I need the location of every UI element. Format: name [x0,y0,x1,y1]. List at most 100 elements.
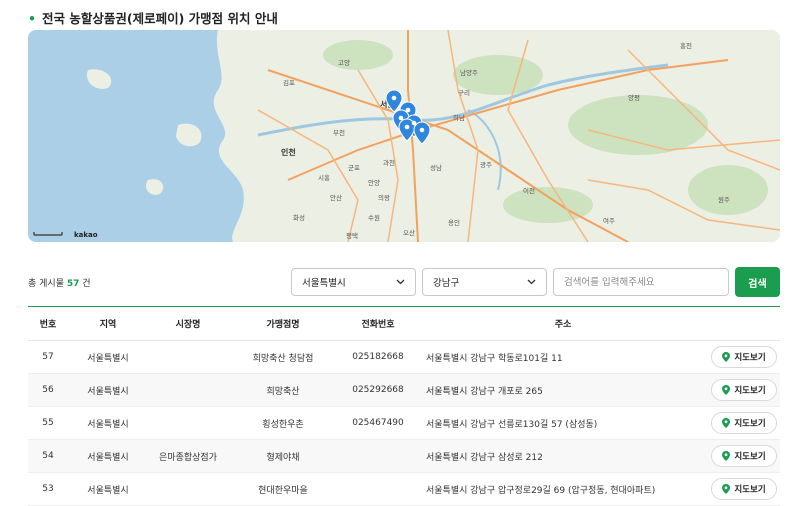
map-label-yongin: 용인 [448,218,460,227]
location-pin-icon [722,352,731,362]
table-row: 54 서울특별시 은마종합상점가 형제야채 서울특별시 강남구 삼성로 212 … [28,439,780,473]
view-map-label: 지도보기 [734,452,766,462]
map-pin-dot [398,115,404,121]
column-header-region: 지역 [99,320,117,330]
view-map-button[interactable]: 지도보기 [711,445,777,467]
row-action: 지도보기 [708,374,780,407]
map-label-bucheon: 부천 [333,128,345,137]
row-market [148,374,228,407]
map-label-seongnam: 성남 [430,163,442,172]
column-header-phone: 전화번호 [361,320,395,330]
view-map-label: 지도보기 [734,386,766,396]
row-no: 54 [42,451,54,461]
map-attribution: kakao [74,231,98,239]
location-pin-icon [722,451,731,461]
row-region: 서울특별시 [87,419,129,430]
row-phone: 025467490 [352,418,404,428]
map-pin-dot [411,120,417,126]
region-select-value: 서울특별시 [302,278,346,289]
chevron-down-icon [527,279,536,285]
map-label-wonju: 원주 [718,195,730,204]
row-market [148,473,228,506]
map-canvas[interactable]: 고양 김포 부천 인천 서울 구리 남양주 하남 과천 성남 광주 안양 시흥 … [28,30,780,242]
map-label-yeoju: 여주 [603,216,615,225]
map-sea [28,30,244,242]
page-title-text: 전국 농할상품권(제로페이) 가맹점 위치 안내 [42,11,278,26]
map-label-yangpyeong: 양평 [628,93,640,102]
view-map-button[interactable]: 지도보기 [711,412,777,434]
column-header-action [708,307,780,341]
row-phone [338,473,418,506]
result-count-prefix: 총 게시물 [28,279,64,289]
map-label-anyang: 안양 [368,178,380,187]
map-label-osan: 오산 [403,228,415,237]
row-store: 횡성한우촌 [262,419,304,430]
row-store: 희망축산 청담점 [252,353,314,364]
page-title: • 전국 농할상품권(제로페이) 가맹점 위치 안내 [28,8,278,27]
table-row: 55 서울특별시 횡성한우촌 025467490 서울특별시 강남구 선릉로13… [28,407,780,440]
row-region: 서울특별시 [87,353,129,364]
view-map-label: 지도보기 [734,353,766,363]
search-input[interactable] [553,268,729,296]
map-label-gwangju: 광주 [480,161,492,169]
row-no: 55 [42,418,54,428]
location-pin-icon [722,484,731,494]
location-pin-icon [722,418,731,428]
row-phone: 025292668 [352,385,404,395]
row-store: 현대한우마을 [258,485,308,496]
result-count-number: 57 [66,279,80,289]
table-row: 57 서울특별시 희망축산 청담점 025182668 서울특별시 강남구 학동… [28,341,780,374]
map-label-namyangju: 남양주 [460,68,478,77]
row-address: 서울특별시 강남구 삼성로 212 [426,452,543,463]
map-label-pyeongtaek: 평택 [346,231,358,240]
row-market [148,407,228,440]
row-market: 은마종합상점가 [159,452,217,463]
map-label-incheon: 인천 [281,147,296,157]
store-location-map[interactable]: 고양 김포 부천 인천 서울 구리 남양주 하남 과천 성남 광주 안양 시흥 … [28,30,780,242]
row-no: 57 [42,352,54,362]
map-label-hongcheon: 홍천 [680,41,692,50]
search-button[interactable]: 검색 [735,267,780,297]
row-address: 서울특별시 강남구 학동로101길 11 [426,353,563,364]
table-row: 53 서울특별시 현대한우마을 서울특별시 강남구 압구정로29길 69 (압구… [28,473,780,506]
view-map-label: 지도보기 [734,419,766,429]
region-select[interactable]: 서울특별시 [291,268,416,296]
map-label-gimpo: 김포 [283,79,295,87]
row-action: 지도보기 [708,341,780,374]
column-header-no: 번호 [39,320,57,330]
map-pin-dot [391,95,397,101]
district-select[interactable]: 강남구 [422,268,547,296]
row-action: 지도보기 [708,440,780,473]
row-region: 서울특별시 [87,386,129,397]
map-label-suwon: 수원 [368,213,380,222]
bullet-dot: • [28,11,36,26]
result-count: 총 게시물 57 건 [28,276,91,289]
column-header-market: 시장명 [175,320,201,330]
view-map-button[interactable]: 지도보기 [711,346,777,368]
row-no: 53 [42,484,54,494]
map-label-guri: 구리 [458,88,470,97]
result-count-suffix: 건 [82,279,91,289]
map-label-gwacheon: 과천 [383,158,395,167]
map-label-goyang: 고양 [338,59,350,67]
row-market [148,341,228,374]
map-label-hanam: 하남 [453,113,465,122]
location-pin-icon [722,385,731,395]
map-label-uiwang: 의왕 [378,193,390,202]
view-map-button[interactable]: 지도보기 [711,478,777,500]
row-phone: 025182668 [352,352,404,362]
district-select-value: 강남구 [433,278,460,289]
row-address: 서울특별시 강남구 개포로 265 [426,386,543,397]
map-pin-dot [405,107,411,113]
row-no: 56 [42,385,54,395]
chevron-down-icon [396,279,405,285]
map-label-gunpo: 군포 [348,164,360,172]
view-map-label: 지도보기 [734,485,766,495]
map-pin-dot [404,124,410,130]
view-map-button[interactable]: 지도보기 [711,379,777,401]
row-region: 서울특별시 [87,485,129,496]
table-header-row: 번호 지역 시장명 가맹점명 전화번호 주소 [28,306,780,341]
row-action: 지도보기 [708,473,780,506]
map-pin-dot [419,127,425,133]
map-green-area [568,95,708,155]
